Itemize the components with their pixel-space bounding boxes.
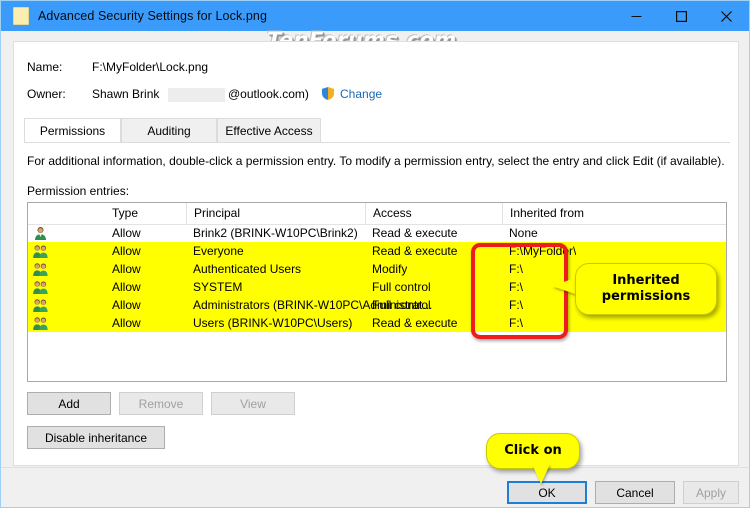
apply-button: Apply bbox=[683, 481, 739, 504]
table-row[interactable]: Allow Brink2 (BRINK-W10PC\Brink2) Read & e… bbox=[28, 224, 726, 242]
owner-row: Owner: Shawn Brink @outlook.com) Change bbox=[14, 86, 738, 107]
title-bar: Advanced Security Settings for Lock.png bbox=[1, 1, 749, 31]
file-icon bbox=[13, 7, 29, 25]
remove-button: Remove bbox=[119, 392, 203, 415]
cell-principal: Authenticated Users bbox=[193, 262, 302, 276]
window-title: Advanced Security Settings for Lock.png bbox=[38, 9, 268, 23]
group-icon bbox=[33, 316, 48, 330]
cell-type: Allow bbox=[112, 226, 141, 240]
content-panel: Name: F:\MyFolder\Lock.png Owner: Shawn … bbox=[13, 41, 739, 466]
cell-type: Allow bbox=[112, 298, 141, 312]
group-icon bbox=[33, 280, 48, 294]
permission-entries-label: Permission entries: bbox=[27, 184, 130, 198]
group-icon bbox=[33, 244, 48, 258]
cell-access: Modify bbox=[372, 262, 408, 276]
group-icon bbox=[33, 263, 48, 276]
group-icon bbox=[33, 298, 48, 312]
maximize-icon[interactable] bbox=[659, 1, 704, 31]
advanced-security-settings-window: Advanced Security Settings for Lock.png … bbox=[0, 0, 750, 508]
cell-principal: Everyone bbox=[193, 244, 244, 258]
apply-button-label: Apply bbox=[695, 485, 727, 500]
cell-type: Allow bbox=[112, 316, 141, 330]
tab-strip: Permissions Auditing Effective Access bbox=[24, 118, 730, 143]
cell-principal: SYSTEM bbox=[193, 280, 243, 294]
cell-inherited-from: None bbox=[509, 226, 538, 240]
tab-effective-access[interactable]: Effective Access bbox=[217, 118, 321, 143]
cancel-button[interactable]: Cancel bbox=[595, 481, 675, 504]
owner-value: Shawn Brink bbox=[92, 87, 160, 101]
cancel-button-label: Cancel bbox=[616, 485, 654, 500]
table-row[interactable]: Allow Everyone Read & execute F:\MyFolder\ bbox=[28, 242, 726, 260]
cell-access: Read & execute bbox=[372, 244, 458, 258]
view-button-label: View bbox=[240, 396, 266, 411]
uac-shield-icon bbox=[321, 86, 335, 101]
disable-inheritance-button[interactable]: Disable inheritance bbox=[27, 426, 165, 449]
minimize-icon[interactable] bbox=[614, 1, 659, 31]
cell-type: Allow bbox=[112, 262, 141, 276]
cell-inherited-from: F:\ bbox=[509, 280, 523, 294]
table-row[interactable]: Allow SYSTEM Full control F:\ bbox=[28, 278, 726, 296]
view-button: View bbox=[211, 392, 295, 415]
add-button[interactable]: Add bbox=[27, 392, 111, 415]
close-icon[interactable] bbox=[704, 1, 749, 31]
column-header-inherited-from[interactable]: Inherited from bbox=[502, 203, 726, 224]
change-link[interactable]: Change bbox=[340, 87, 382, 101]
cell-access: Full control bbox=[372, 280, 431, 294]
cell-principal: Users (BRINK-W10PC\Users) bbox=[193, 316, 353, 330]
group-icon bbox=[33, 281, 48, 294]
tab-underline bbox=[24, 142, 730, 143]
group-icon bbox=[33, 299, 48, 312]
column-header-access[interactable]: Access bbox=[365, 203, 502, 224]
cell-inherited-from: F:\ bbox=[509, 298, 523, 312]
info-text: For additional information, double-click… bbox=[27, 154, 725, 168]
tab-auditing-label: Auditing bbox=[147, 124, 191, 138]
cell-access: Read & execute bbox=[372, 226, 458, 240]
name-row: Name: F:\MyFolder\Lock.png bbox=[14, 60, 738, 80]
owner-email-suffix: @outlook.com) bbox=[228, 87, 309, 101]
name-value: F:\MyFolder\Lock.png bbox=[92, 60, 209, 74]
column-header-principal[interactable]: Principal bbox=[186, 203, 365, 224]
group-icon bbox=[33, 245, 48, 258]
group-icon bbox=[33, 262, 48, 276]
tab-effective-access-label: Effective Access bbox=[225, 124, 313, 138]
cell-inherited-from: F:\MyFolder\ bbox=[509, 244, 577, 258]
cell-access: Full control bbox=[372, 298, 431, 312]
name-label: Name: bbox=[27, 60, 63, 74]
table-row[interactable]: Allow Authenticated Users Modify F:\ bbox=[28, 260, 726, 278]
table-row[interactable]: Allow Users (BRINK-W10PC\Users) Read & exe… bbox=[28, 314, 726, 332]
disable-inheritance-button-label: Disable inheritance bbox=[44, 430, 148, 445]
permission-entries-list[interactable]: Type Principal Access Inherited from All… bbox=[27, 202, 727, 382]
dialog-footer: OK Cancel Apply bbox=[1, 467, 749, 507]
group-icon bbox=[33, 317, 48, 330]
user-icon bbox=[33, 226, 48, 240]
column-header-type[interactable]: Type bbox=[105, 203, 186, 224]
cell-type: Allow bbox=[112, 244, 141, 258]
window-controls bbox=[614, 1, 749, 31]
tab-permissions-label: Permissions bbox=[39, 123, 106, 138]
tab-auditing[interactable]: Auditing bbox=[121, 118, 217, 143]
cell-principal: Brink2 (BRINK-W10PC\Brink2) bbox=[193, 226, 358, 240]
cell-access: Read & execute bbox=[372, 316, 458, 330]
change-owner-control[interactable]: Change bbox=[321, 86, 382, 101]
cell-inherited-from: F:\ bbox=[509, 316, 523, 330]
cell-type: Allow bbox=[112, 280, 141, 294]
owner-label: Owner: bbox=[27, 87, 66, 101]
table-row[interactable]: Allow Administrators (BRINK-W10PC\Adminis… bbox=[28, 296, 726, 314]
add-button-label: Add bbox=[58, 396, 80, 411]
ok-button[interactable]: OK bbox=[507, 481, 587, 504]
ok-button-label: OK bbox=[538, 485, 556, 500]
tab-permissions[interactable]: Permissions bbox=[24, 118, 121, 143]
list-header: Type Principal Access Inherited from bbox=[28, 203, 726, 225]
cell-inherited-from: F:\ bbox=[509, 262, 523, 276]
remove-button-label: Remove bbox=[138, 396, 184, 411]
user-icon bbox=[35, 227, 46, 240]
redaction-block bbox=[168, 88, 225, 102]
